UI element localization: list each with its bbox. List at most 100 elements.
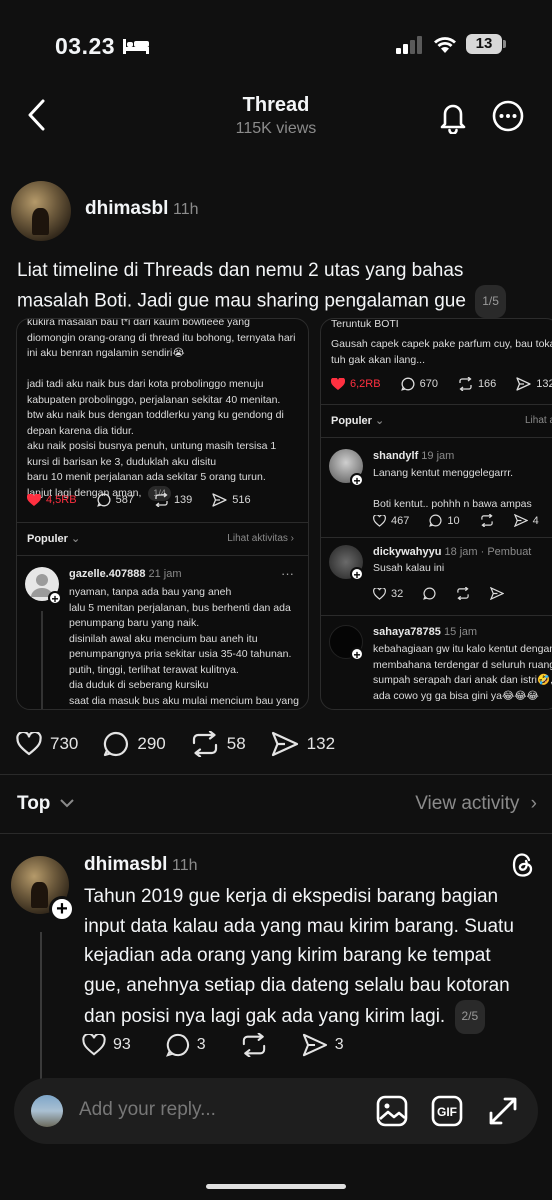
comment-icon [96, 493, 111, 507]
screenshot-2-divider-2 [321, 437, 552, 438]
screenshot-2-body: Gausah capek capek pake parfum cuy, bau … [331, 338, 552, 366]
repost-icon [480, 514, 493, 527]
screenshot-2-share: 132 [516, 377, 552, 391]
heart-filled-icon [27, 493, 41, 506]
image-attach-icon[interactable] [376, 1095, 408, 1127]
heart-icon [373, 514, 386, 527]
more-options-icon[interactable] [492, 100, 524, 132]
screenshot-1-sort: Populer ⌄ [27, 533, 81, 545]
screenshot-2-reply-3-badge: + [350, 647, 364, 662]
post-timestamp: 11h [173, 201, 199, 218]
screenshot-2-divider-3 [321, 537, 552, 538]
screenshot-2-reply-2-user: dickywahyyu 18 jam · Pembuat [373, 546, 532, 558]
screenshot-2-like: 6,2RB [331, 377, 381, 391]
reply-text: Tahun 2019 gue kerja di ekspedisi barang… [84, 886, 514, 1027]
divider [0, 774, 552, 775]
screenshot-2-reply-1-body: Lanang kentut menggelegarrr. Boti kentut… [373, 467, 532, 510]
sort-dropdown[interactable]: Top [17, 793, 50, 815]
reply-timestamp: 11h [172, 857, 198, 874]
replies-filter-bar: Top View activity › [17, 790, 537, 820]
page-title: Thread [242, 94, 310, 116]
gif-icon[interactable]: GIF [431, 1095, 463, 1127]
screenshot-2-reply-3-user: sahaya78785 15 jam [373, 626, 477, 638]
screenshot-1-like: 4,5RB [27, 493, 77, 507]
screenshot-2-divider-4 [321, 615, 552, 616]
repost-button[interactable]: 58 [191, 731, 246, 757]
screenshot-1-body: kukira masalah bau t*i dari kaum bowtiee… [27, 319, 307, 501]
post-body: Liat timeline di Threads dan nemu 2 utas… [17, 256, 517, 318]
screenshot-2-header: Teruntuk BOTI [331, 318, 399, 330]
reply-share-count: 3 [334, 1036, 344, 1053]
threads-logo-icon [512, 853, 533, 877]
post-pager: 1/5 [475, 285, 506, 318]
home-indicator [206, 1184, 346, 1189]
like-count: 730 [50, 734, 79, 753]
attached-screenshot-2[interactable]: Teruntuk BOTI Gausah capek capek pake pa… [320, 318, 552, 710]
repost-count: 58 [226, 734, 246, 753]
heart-icon [16, 732, 42, 756]
reply-repost-button[interactable] [241, 1033, 267, 1057]
screenshot-2-reply-1-actions: 467 10 4 [373, 514, 552, 527]
screenshot-1-reply-more: ··· [281, 566, 294, 581]
heart-icon [82, 1034, 106, 1056]
reply-input[interactable]: Add your reply... [79, 1099, 216, 1121]
like-button[interactable]: 730 [16, 732, 78, 756]
follow-badge[interactable]: + [49, 896, 75, 922]
screenshot-1-divider [17, 522, 308, 523]
comment-icon [104, 731, 129, 757]
screenshot-2-reply-3-body: kebahagiaan gw itu kalo kentut dengan s … [373, 643, 552, 702]
repost-icon [155, 493, 168, 507]
screenshot-1-reply-user: gazelle.407888 21 jam [69, 568, 182, 580]
thread-header: Thread 115K views [0, 88, 552, 148]
comment-button[interactable]: 290 [103, 731, 166, 757]
chevron-down-icon[interactable] [60, 798, 74, 808]
repost-icon [457, 587, 469, 600]
screenshot-1-repost: 139 [154, 493, 192, 507]
heart-icon [373, 587, 386, 600]
current-user-avatar [31, 1095, 63, 1127]
reply-username[interactable]: dhimasbl [84, 854, 167, 876]
screenshot-1-comment: 587 [96, 493, 134, 507]
post-username[interactable]: dhimasbl [85, 198, 168, 220]
wifi-icon [434, 37, 456, 53]
reply-action-bar: 93 3 3 [82, 1033, 379, 1057]
screenshot-2-reply-2-actions: 32 [373, 587, 524, 600]
cellular-signal-icon [396, 36, 422, 54]
status-bar: 03.23 13 [0, 0, 552, 90]
comment-icon [429, 514, 442, 527]
share-icon [271, 731, 298, 757]
reply-comment-count: 3 [196, 1036, 206, 1053]
view-count: 115K views [235, 120, 317, 137]
screenshot-2-action-row: 6,2RB 670 166 132 [331, 377, 552, 391]
share-button[interactable]: 132 [271, 731, 335, 757]
reply-composer[interactable]: Add your reply... GIF [14, 1078, 538, 1144]
expand-icon[interactable] [487, 1095, 519, 1127]
screenshot-2-reply-2-badge: + [350, 567, 364, 582]
screenshot-1-reply-body: nyaman, tanpa ada bau yang aneh lalu 5 m… [69, 586, 299, 707]
author-avatar[interactable] [11, 181, 71, 241]
attached-screenshot-1[interactable]: kukira masalah bau t*i dari kaum bowtiee… [16, 318, 309, 710]
reply-like-button[interactable]: 93 [82, 1034, 131, 1056]
screenshot-1-activity-link: Lihat aktivitas › [227, 533, 294, 544]
reply-share-button[interactable]: 3 [302, 1033, 344, 1057]
screenshot-2-reply-2-body: Susah kalau ini [373, 562, 445, 574]
screenshot-1-thread-line [41, 611, 43, 709]
notification-bell-icon[interactable] [437, 100, 469, 134]
screenshot-1-share: 516 [212, 493, 251, 507]
view-activity-link[interactable]: View activity › [415, 793, 537, 815]
status-time: 03.23 [55, 33, 116, 59]
repost-icon [459, 377, 472, 391]
reply-comment-button[interactable]: 3 [165, 1033, 206, 1057]
reply-body: Tahun 2019 gue kerja di ekspedisi barang… [84, 882, 514, 1034]
divider [0, 833, 552, 834]
post-text: Liat timeline di Threads dan nemu 2 utas… [17, 260, 466, 312]
screenshot-2-reply-1-user: shandylf 19 jam [373, 450, 455, 462]
screenshot-2-reply-1-badge: + [350, 473, 364, 488]
share-icon [490, 587, 505, 600]
comment-count: 290 [137, 734, 166, 753]
comment-icon [423, 587, 436, 600]
share-count: 132 [306, 734, 336, 753]
share-icon [212, 493, 227, 507]
share-icon [302, 1033, 327, 1057]
thread-line [40, 932, 42, 1082]
